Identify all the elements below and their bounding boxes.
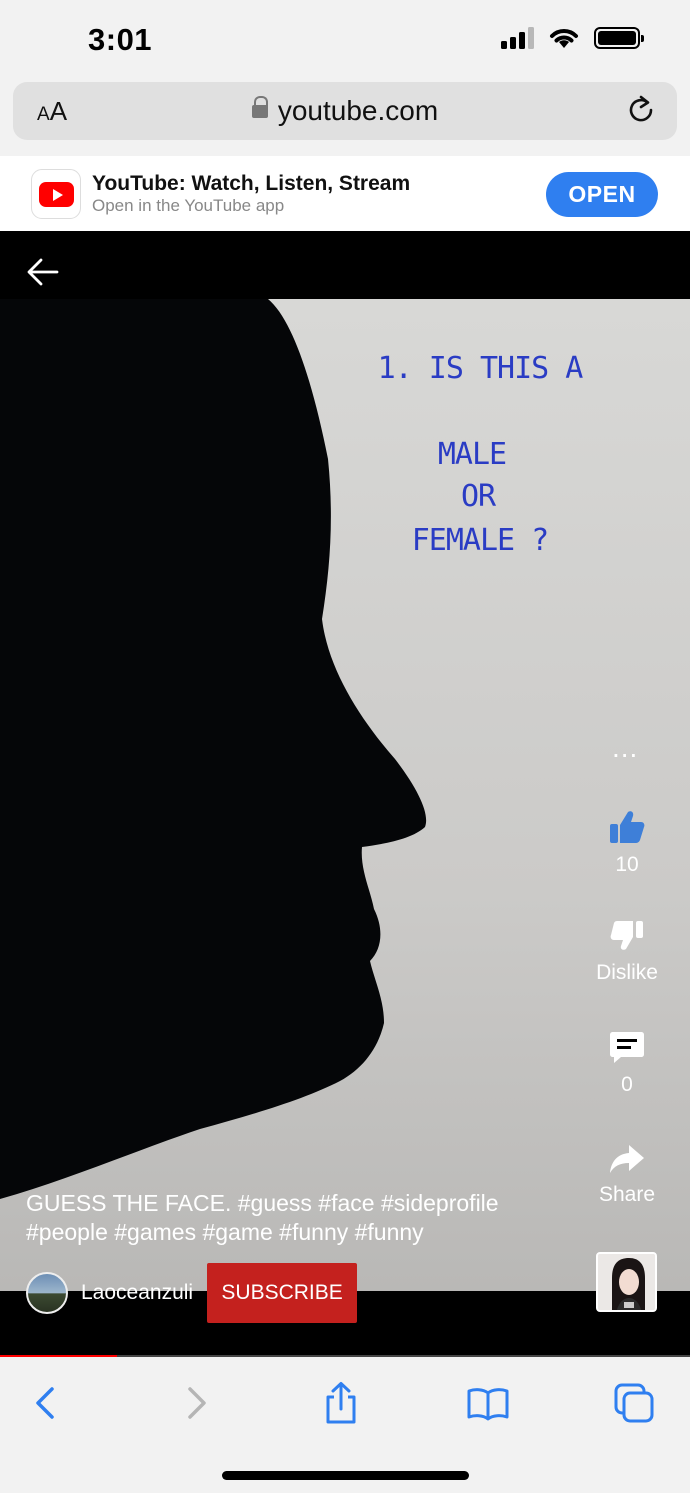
comment-count: 0 [621, 1073, 633, 1096]
open-app-button[interactable]: OPEN [546, 172, 658, 217]
browser-toolbar [0, 1357, 690, 1493]
channel-row: Laoceanzuli SUBSCRIBE [26, 1263, 358, 1323]
lock-icon [251, 96, 268, 121]
share-label: Share [598, 1183, 656, 1206]
like-count: 10 [615, 853, 639, 876]
sound-thumbnail[interactable] [596, 1252, 657, 1312]
comment-icon [610, 1032, 644, 1063]
subscribe-button[interactable]: SUBSCRIBE [207, 1263, 358, 1323]
share-icon[interactable] [319, 1381, 363, 1425]
back-chevron-icon[interactable] [24, 1381, 68, 1425]
youtube-logo-icon [31, 169, 81, 219]
battery-icon [594, 27, 644, 49]
status-time: 3:01 [88, 22, 153, 57]
reload-icon[interactable] [625, 94, 657, 126]
channel-name[interactable]: Laoceanzuli [81, 1281, 193, 1305]
overlay-text-line1: 1. IS THIS A [377, 351, 584, 386]
comments-button[interactable]: 0 [590, 1029, 664, 1097]
app-banner-title: YouTube: Watch, Listen, Stream [92, 172, 411, 195]
share-button[interactable]: Share [590, 1143, 664, 1207]
shorts-player[interactable]: 1. IS THIS A MALE OR FEMALE ? ... 10 Dis… [0, 231, 690, 1357]
status-icons [501, 26, 644, 50]
channel-avatar[interactable] [26, 1272, 68, 1314]
app-banner: YouTube: Watch, Listen, Stream Open in t… [0, 156, 690, 231]
caption-line-2: #people #games #game #funny #funny [26, 1219, 424, 1245]
share-arrow-icon [610, 1145, 644, 1173]
back-arrow-icon[interactable] [26, 257, 60, 287]
overlay-text-line3: OR [460, 479, 496, 514]
thumbs-up-icon [610, 811, 645, 843]
video-caption[interactable]: GUESS THE FACE. #guess #face #sideprofil… [26, 1189, 546, 1247]
home-indicator [222, 1471, 469, 1480]
thumbs-down-icon [610, 921, 643, 950]
address-bar[interactable]: AA youtube.com [13, 82, 677, 140]
tabs-icon[interactable] [612, 1381, 656, 1425]
app-banner-subtitle: Open in the YouTube app [92, 196, 285, 215]
overlay-text-line2: MALE [437, 437, 507, 472]
dislike-label: Dislike [596, 961, 658, 984]
sound-thumbnail-image [598, 1254, 655, 1310]
dislike-button[interactable]: Dislike [590, 919, 664, 985]
like-button[interactable]: 10 [590, 809, 664, 877]
bookmarks-icon[interactable] [466, 1381, 510, 1425]
more-options-icon[interactable]: ... [612, 734, 638, 762]
forward-chevron-icon[interactable] [174, 1381, 218, 1425]
cellular-signal-icon [501, 27, 534, 49]
status-bar: 3:01 [0, 0, 690, 80]
caption-line-1: GUESS THE FACE. #guess #face #sideprofil… [26, 1190, 499, 1216]
url-text: youtube.com [277, 95, 439, 126]
overlay-text-line4: FEMALE ? [411, 523, 550, 558]
wifi-icon [550, 29, 578, 48]
video-frame[interactable]: 1. IS THIS A MALE OR FEMALE ? [0, 299, 690, 1291]
url-display[interactable]: youtube.com [13, 95, 677, 127]
